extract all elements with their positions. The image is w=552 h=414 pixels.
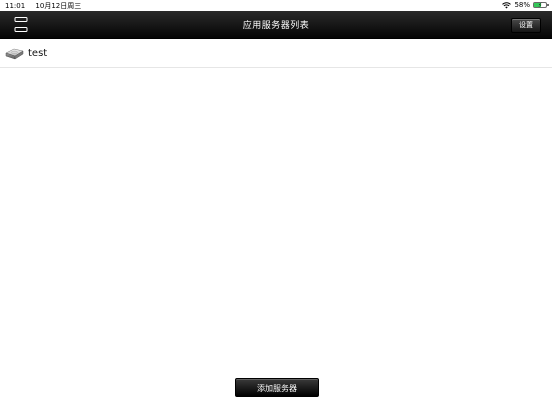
status-indicators: 58% ⚡ [502, 1, 549, 9]
status-time-date: 11:01 10月12日周三 [5, 1, 81, 11]
status-time: 11:01 [5, 2, 26, 10]
battery-charging-icon: ⚡ [533, 2, 549, 9]
battery-percent: 58% [514, 1, 530, 9]
server-list: test [0, 39, 552, 68]
settings-button[interactable]: 设置 [511, 18, 541, 33]
battery-cap [547, 4, 549, 6]
status-date: 10月12日周三 [35, 2, 82, 10]
charging-bolt-icon: ⚡ [538, 2, 543, 9]
add-server-button[interactable]: 添加服务器 [235, 378, 319, 397]
wifi-icon [502, 1, 512, 9]
server-name: test [28, 47, 48, 59]
page-title: 应用服务器列表 [242, 21, 310, 31]
navigation-bar: 应用服务器列表 设置 [0, 11, 552, 39]
list-item[interactable]: test [0, 39, 552, 68]
server-disk-icon [5, 45, 24, 61]
status-bar: 11:01 10月12日周三 58% ⚡ [0, 0, 552, 11]
